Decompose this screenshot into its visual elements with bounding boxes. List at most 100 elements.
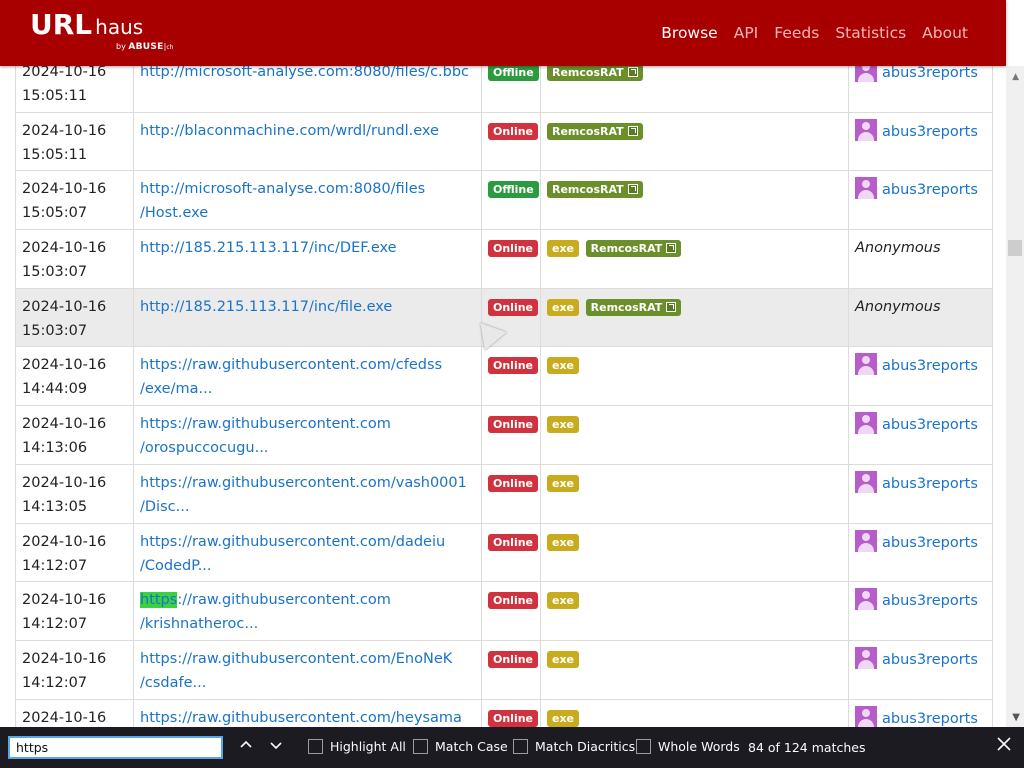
status-badge: Offline <box>488 64 539 81</box>
external-link-icon <box>627 67 638 77</box>
status-cell: Online <box>481 405 541 465</box>
site-header: URL haus by ABUSE|ch Browse API Feeds Sta… <box>0 0 1006 66</box>
date-added-cell: 2024-10-16 15:03:07 <box>15 287 134 348</box>
tag-exe[interactable]: exe <box>547 650 580 668</box>
find-bar: Highlight All Match Case Match Diacritic… <box>0 727 1024 768</box>
table-row: 2024-10-16 14:12:07 https://raw.githubuser… <box>15 639 993 700</box>
whole-words-label: Whole Words <box>658 739 740 754</box>
malware-url-link[interactable]: http://185.215.113.117/inc/file.exe <box>140 299 392 315</box>
tag-remcosrat[interactable]: RemcosRAT <box>547 64 643 81</box>
urlhaus-logo[interactable]: URL haus by ABUSE|ch <box>30 8 173 52</box>
checkbox-icon <box>636 739 651 754</box>
tag-remcosrat[interactable]: RemcosRAT <box>585 298 682 316</box>
reporter-link[interactable]: abus3reports <box>882 652 978 668</box>
logo-haus-text: haus <box>95 15 144 39</box>
match-diacritics-checkbox[interactable]: Match Diacritics <box>513 739 635 754</box>
date-added-cell: 2024-10-16 15:05:11 <box>15 111 134 172</box>
url-cell: https://raw.githubusercontent.com/krishn… <box>133 581 482 641</box>
malware-url-link[interactable]: https://raw.githubusercontent.com/krishn… <box>140 592 391 632</box>
reporter-cell: abus3reports <box>848 639 993 700</box>
nav-statistics[interactable]: Statistics <box>835 24 906 42</box>
whole-words-checkbox[interactable]: Whole Words <box>636 739 740 754</box>
scroll-down-icon[interactable]: ▼ <box>1012 712 1020 723</box>
reporter-link[interactable]: abus3reports <box>882 711 978 727</box>
malware-url-link[interactable]: https://raw.githubusercontent.com/vash00… <box>140 475 467 515</box>
highlight-all-label: Highlight All <box>330 739 406 754</box>
tags-cell: exe RemcosRAT <box>540 229 849 289</box>
reporter-link[interactable]: abus3reports <box>882 417 978 433</box>
reporter-link[interactable]: abus3reports <box>882 182 978 198</box>
find-input[interactable] <box>8 736 223 759</box>
status-cell: Online <box>481 581 541 641</box>
match-case-checkbox[interactable]: Match Case <box>413 739 508 754</box>
scroll-up-icon[interactable]: ▲ <box>1012 72 1019 82</box>
avatar <box>855 353 877 376</box>
tag-remcosrat[interactable]: RemcosRAT <box>547 122 643 140</box>
tag-exe[interactable]: exe <box>547 357 580 375</box>
malware-url-link[interactable]: https://raw.githubusercontent.com/cfedss… <box>140 357 442 397</box>
logo-url-text: URL <box>30 8 93 41</box>
nav-browse[interactable]: Browse <box>661 24 717 42</box>
chevron-up-icon[interactable] <box>236 737 256 757</box>
date-added-cell: 2024-10-16 14:12:07 <box>15 581 134 641</box>
date-added-cell: 2024-10-16 14:13:06 <box>15 405 134 465</box>
url-cell: https://raw.githubusercontent.com/EnoNeK… <box>133 639 482 700</box>
malware-url-link[interactable]: https://raw.githubusercontent.com/EnoNeK… <box>140 651 452 691</box>
tag-exe[interactable]: exe <box>547 416 580 434</box>
tag-remcosrat[interactable]: RemcosRAT <box>585 240 682 258</box>
table-row: 2024-10-16 14:13:06 https://raw.githubuser… <box>15 405 993 465</box>
nav-api[interactable]: API <box>734 24 759 42</box>
checkbox-icon <box>413 739 428 754</box>
scrollbar-thumb[interactable] <box>1008 240 1022 256</box>
tag-exe[interactable]: exe <box>547 474 580 492</box>
match-count: 84 of 124 matches <box>748 740 866 755</box>
tag-exe[interactable]: exe <box>547 709 580 727</box>
reporter-link[interactable]: abus3reports <box>882 593 978 609</box>
malware-url-link[interactable]: http://185.215.113.117/inc/DEF.exe <box>140 240 397 256</box>
reporter-link[interactable]: abus3reports <box>882 358 978 374</box>
status-cell: Online <box>481 522 541 583</box>
external-link-icon <box>666 243 677 254</box>
malware-url-link[interactable]: http://microsoft-analyse.com:8080/files/… <box>140 181 425 221</box>
status-badge: Online <box>488 533 539 551</box>
reporter-cell: abus3reports <box>848 581 993 641</box>
malware-url-link[interactable]: https://raw.githubusercontent.com/orospu… <box>140 416 391 456</box>
tag-exe[interactable]: exe <box>547 298 580 316</box>
reporter-link[interactable]: abus3reports <box>882 535 978 551</box>
status-badge: Online <box>488 122 539 140</box>
tag-exe[interactable]: exe <box>547 592 580 610</box>
malware-url-link[interactable]: https://raw.githubusercontent.com/dadeiu… <box>140 534 445 574</box>
status-badge: Online <box>488 357 539 375</box>
highlight-all-checkbox[interactable]: Highlight All <box>308 739 406 754</box>
nav-feeds[interactable]: Feeds <box>774 24 819 42</box>
status-badge: Offline <box>488 181 539 199</box>
avatar <box>855 177 877 200</box>
avatar <box>855 118 877 141</box>
tag-exe[interactable]: exe <box>547 533 580 551</box>
reporter-anonymous: Anonymous <box>855 298 941 315</box>
checkbox-icon <box>308 739 323 754</box>
url-cell: https://raw.githubusercontent.com/cfedss… <box>133 346 482 407</box>
malware-url-link[interactable]: https://raw.githubusercontent.com/heysam… <box>140 710 462 726</box>
malware-url-link[interactable]: http://blaconmachine.com/wrdl/rundl.exe <box>140 123 439 139</box>
status-cell: Online <box>481 111 541 172</box>
tags-cell: exe <box>540 581 849 641</box>
status-badge: Online <box>488 650 539 668</box>
reporter-link[interactable]: abus3reports <box>882 65 978 81</box>
reporter-cell: Anonymous <box>848 229 993 289</box>
tag-exe[interactable]: exe <box>547 240 580 258</box>
close-icon[interactable] <box>996 736 1012 757</box>
status-badge: Online <box>488 416 539 434</box>
reporter-link[interactable]: abus3reports <box>882 124 978 140</box>
tags-cell: exe <box>540 346 849 407</box>
chevron-down-icon[interactable] <box>266 737 286 757</box>
main-nav: Browse API Feeds Statistics About <box>661 24 968 42</box>
status-badge: Online <box>488 298 539 316</box>
tag-remcosrat[interactable]: RemcosRAT <box>547 181 643 199</box>
malware-url-link[interactable]: http://microsoft-analyse.com:8080/files/… <box>140 64 469 80</box>
page-scrollbar[interactable] <box>1006 66 1024 727</box>
nav-about[interactable]: About <box>922 24 968 42</box>
reporter-link[interactable]: abus3reports <box>882 476 978 492</box>
external-link-icon <box>627 125 638 136</box>
tags-cell: exe <box>540 522 849 583</box>
